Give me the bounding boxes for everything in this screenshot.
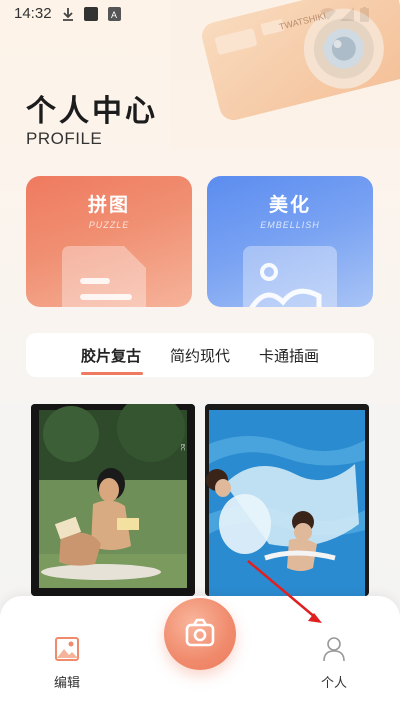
embellish-card[interactable]: 美化 EMBELLISH [207,176,373,307]
photo-card-pool[interactable] [205,404,369,596]
embellish-card-title: 美化 [268,194,311,216]
tab-film-retro[interactable]: 胶片复古 [81,345,141,366]
photo-card-film[interactable]: EC [31,404,195,596]
document-icon [62,246,146,307]
puzzle-card-title: 拼图 [87,194,130,216]
tab-simple-modern[interactable]: 简约现代 [170,345,230,366]
nav-profile-label: 个人 [320,676,347,691]
tab-cartoon-illustration[interactable]: 卡通插画 [259,345,319,366]
image-icon [243,246,337,307]
embellish-card-subtitle: EMBELLISH [260,220,320,230]
svg-text:EC: EC [179,444,185,451]
puzzle-card[interactable]: 拼图 PUZZLE [26,176,192,307]
active-tab-indicator [81,372,143,375]
nav-edit[interactable]: 编辑 [37,636,97,691]
download-icon [63,8,73,21]
text-notification-icon: A [108,7,121,21]
status-time: 14:32 [14,5,52,22]
category-tabs: 胶片复古 简约现代 卡通插画 [26,333,374,377]
person-icon [323,637,345,662]
page-subtitle: PROFILE [26,129,103,148]
camera-button[interactable] [164,598,236,670]
banner-camera-illustration: TWATSHIKI [170,0,400,150]
nav-edit-label: 编辑 [53,676,80,691]
camera-icon [185,618,215,647]
image-icon [55,637,79,661]
page-title: 个人中心 [26,94,158,129]
nav-profile[interactable]: 个人 [304,636,364,691]
puzzle-card-subtitle: PUZZLE [88,220,130,230]
svg-text:A: A [111,10,117,20]
app-notification-icon [84,7,98,21]
